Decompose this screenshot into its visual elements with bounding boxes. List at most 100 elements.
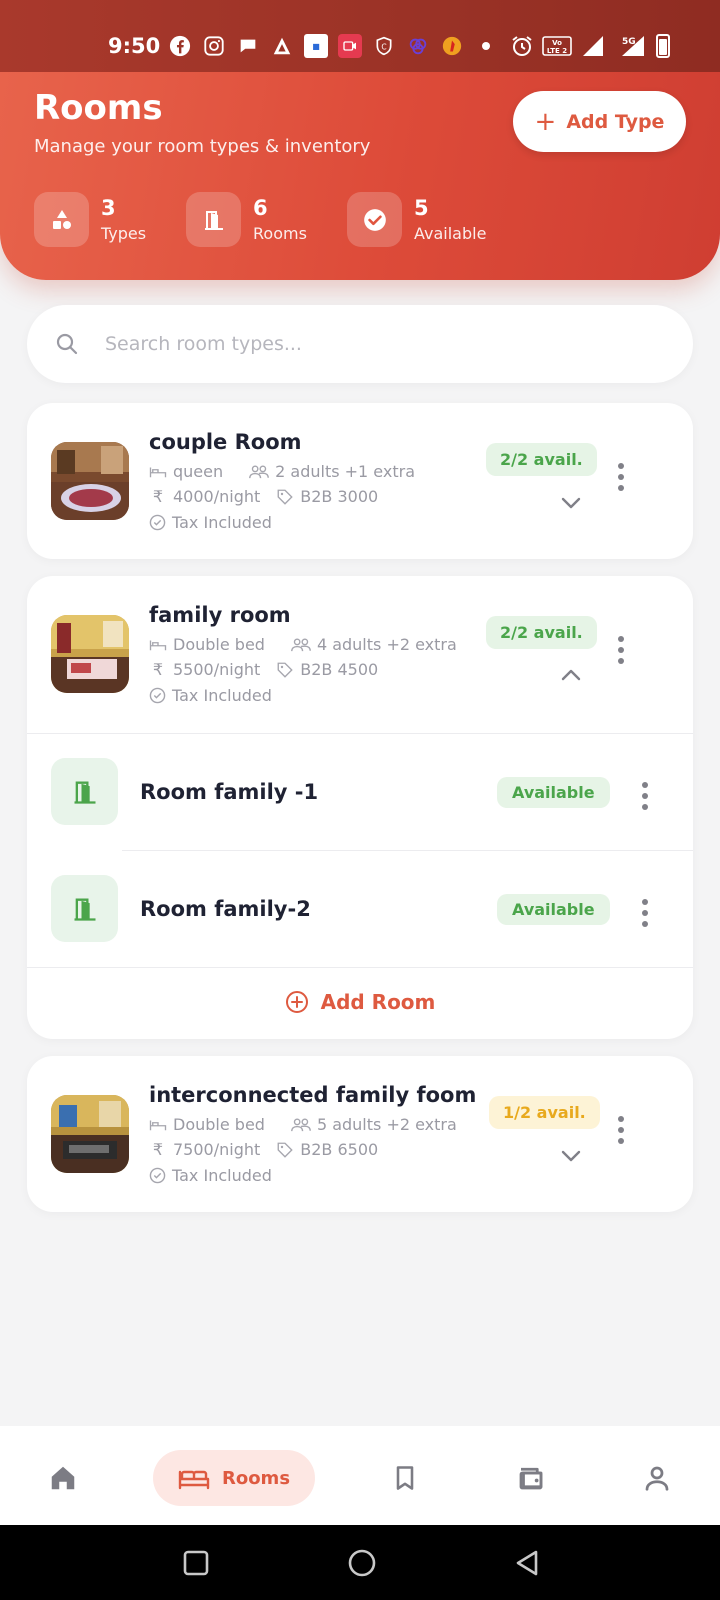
bed-icon — [149, 640, 167, 650]
b2b-price: B2B 4500 — [300, 660, 379, 679]
check-circle-icon — [149, 687, 166, 704]
stat-rooms-value: 6 — [253, 196, 268, 220]
notification-icons: ■ C — [168, 34, 498, 58]
guest-capacity: 2 adults +1 extra — [275, 462, 415, 481]
guest-capacity: 5 adults +2 extra — [316, 1115, 457, 1134]
dot-icon — [474, 34, 498, 58]
room-type-pricing: ₹ 4000/night B2B 3000 — [149, 487, 378, 506]
room-type-beds-guests: queen 2 adults +1 extra — [149, 462, 415, 481]
room-more-options-icon[interactable] — [635, 899, 655, 927]
bed-type: queen — [173, 462, 224, 481]
add-room-button[interactable]: Add Room — [27, 968, 693, 1036]
search-input[interactable] — [105, 333, 625, 355]
tax-status: Tax Included — [172, 1166, 272, 1185]
bed-type: Double bed — [173, 635, 265, 654]
check-circle-icon — [347, 192, 402, 247]
guests-icon — [291, 638, 311, 651]
availability-badge: 1/2 avail. — [489, 1096, 600, 1129]
rupee-icon: ₹ — [152, 660, 164, 679]
nav-rooms-label: Rooms — [221, 1467, 291, 1489]
room-thumbnail — [51, 1095, 129, 1173]
room-type-beds-guests: Double bed 4 adults +2 extra — [149, 635, 457, 654]
add-type-label: Add Type — [566, 110, 665, 133]
price-per-night: 5500/night — [173, 660, 261, 679]
chevron-up-icon[interactable] — [560, 668, 582, 682]
door-icon — [51, 875, 118, 942]
search-bar[interactable] — [27, 305, 693, 383]
room-type-pricing: ₹ 7500/night B2B 6500 — [149, 1140, 378, 1159]
shapes-icon — [34, 192, 89, 247]
header: 9:50 ■ C Vo LTE 2 5G Rooms Manage your r… — [0, 0, 720, 280]
add-type-button[interactable]: + Add Type — [513, 91, 686, 152]
availability-badge: 2/2 avail. — [486, 443, 597, 476]
stat-types-label: Types — [101, 224, 147, 243]
check-circle-icon — [149, 514, 166, 531]
tag-icon — [277, 489, 293, 505]
flame-app-icon — [440, 34, 464, 58]
page-subtitle: Manage your room types & inventory — [34, 136, 371, 157]
nav-bookings[interactable] — [376, 1450, 434, 1506]
room-type-name: couple Room — [149, 430, 302, 454]
signal-r-icon — [580, 34, 610, 58]
room-status-badge: Available — [497, 894, 610, 925]
room-type-pricing: ₹ 5500/night B2B 4500 — [149, 660, 378, 679]
door-icon — [51, 758, 118, 825]
tax-status: Tax Included — [172, 513, 272, 532]
guest-capacity: 4 adults +2 extra — [316, 635, 457, 654]
app-a-icon — [270, 34, 294, 58]
price-per-night: 7500/night — [173, 1140, 261, 1159]
chevron-down-icon[interactable] — [560, 496, 582, 510]
more-options-icon[interactable] — [611, 636, 631, 664]
stat-types-value: 3 — [101, 196, 116, 220]
stat-rooms-label: Rooms — [253, 224, 307, 243]
recents-button[interactable] — [182, 1549, 210, 1577]
bottom-navigation: Rooms — [0, 1426, 720, 1525]
room-thumbnail — [51, 442, 129, 520]
more-options-icon[interactable] — [611, 1116, 631, 1144]
app-card-icon: ■ — [304, 34, 328, 58]
room-more-options-icon[interactable] — [635, 782, 655, 810]
plus-circle-icon — [285, 991, 308, 1013]
rupee-icon: ₹ — [152, 1140, 164, 1159]
more-options-icon[interactable] — [611, 463, 631, 491]
nav-rooms[interactable]: Rooms — [153, 1450, 315, 1506]
divider — [122, 850, 693, 851]
home-button[interactable] — [347, 1548, 377, 1578]
bed-icon — [178, 1470, 210, 1490]
status-bar: 9:50 ■ C Vo LTE 2 5G — [0, 0, 720, 72]
system-navigation-bar — [0, 1525, 720, 1600]
nav-profile[interactable] — [628, 1450, 686, 1506]
alarm-icon — [510, 34, 534, 58]
room-type-tax: Tax Included — [149, 513, 272, 532]
b2b-price: B2B 3000 — [300, 487, 379, 506]
plus-icon: + — [534, 106, 557, 137]
room-type-name: family room — [149, 603, 291, 627]
chevron-down-icon[interactable] — [560, 1149, 582, 1163]
facebook-icon — [168, 34, 192, 58]
room-type-card[interactable]: couple Room queen 2 adults +1 extra ₹ 40… — [27, 403, 693, 559]
guests-icon — [291, 1118, 311, 1131]
stat-rooms: 6 Rooms — [186, 192, 307, 247]
battery-icon — [656, 34, 670, 58]
room-type-card[interactable]: interconnected family foom Double bed 5 … — [27, 1056, 693, 1212]
volte-icon: Vo LTE 2 — [542, 34, 572, 58]
nav-wallet[interactable] — [502, 1450, 560, 1506]
tax-status: Tax Included — [172, 686, 272, 705]
room-name: Room family-2 — [140, 897, 311, 921]
back-button[interactable] — [512, 1548, 542, 1578]
chat-icon — [236, 34, 260, 58]
door-icon — [186, 192, 241, 247]
profile-icon — [645, 1466, 669, 1491]
rupee-icon: ₹ — [152, 487, 164, 506]
guests-icon — [249, 465, 270, 478]
stat-available-value: 5 — [414, 196, 429, 220]
room-type-tax: Tax Included — [149, 686, 272, 705]
room-status-badge: Available — [497, 777, 610, 808]
svg-text:C: C — [381, 42, 386, 51]
wallet-icon — [519, 1467, 543, 1490]
home-icon — [51, 1466, 75, 1490]
nav-home[interactable] — [34, 1450, 92, 1506]
room-type-card[interactable]: family room Double bed 4 adults +2 extra… — [27, 576, 693, 1039]
room-type-tax: Tax Included — [149, 1166, 272, 1185]
status-time: 9:50 — [108, 34, 161, 58]
